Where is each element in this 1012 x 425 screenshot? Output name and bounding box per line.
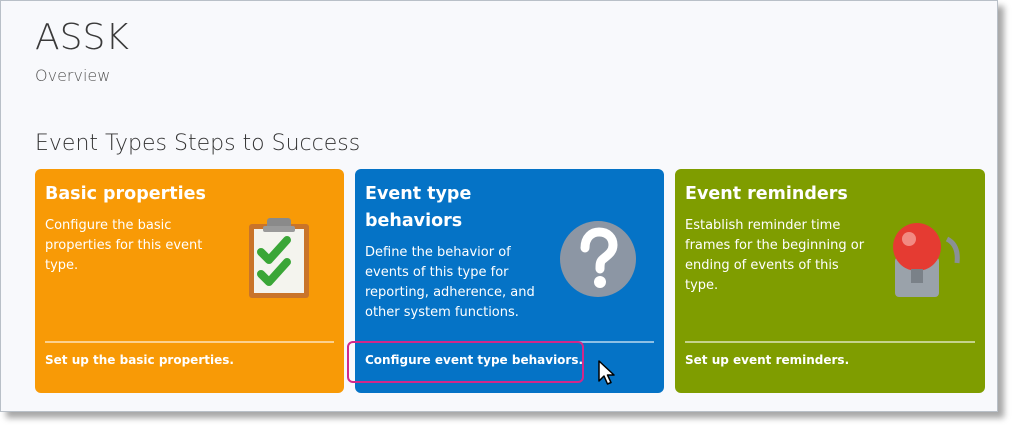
alarm-bell-icon [893, 223, 960, 297]
basic-properties-link[interactable]: Set up the basic properties. [45, 353, 234, 367]
card-heading: Event reminders [685, 184, 848, 204]
card-description: Configure the basic properties for this … [45, 218, 203, 273]
clipboard-checklist-icon [249, 218, 309, 298]
card-heading: Basic properties [45, 184, 206, 204]
page-title: ASSK [35, 17, 129, 58]
basic-properties-card[interactable]: Basic properties Configure the basic pro… [35, 169, 344, 393]
section-title: Event Types Steps to Success [35, 131, 361, 156]
event-type-behaviors-link[interactable]: Configure event type behaviors. [365, 353, 583, 367]
event-reminders-card[interactable]: Event reminders Establish reminder time … [675, 169, 985, 393]
card-divider [365, 341, 654, 343]
card-description: Define the behavior of events of this ty… [365, 245, 535, 320]
card-description: Establish reminder time frames for the b… [685, 218, 865, 293]
event-type-behaviors-card[interactable]: Event type behaviors Define the behavior… [355, 169, 664, 393]
mouse-cursor-icon [598, 360, 615, 385]
overview-window: ASSK Overview Event Types Steps to Succe… [0, 0, 998, 412]
card-divider [45, 341, 334, 343]
question-mark-icon [560, 221, 636, 297]
card-heading: Event type behaviors [365, 184, 472, 231]
page-subtitle: Overview [35, 66, 111, 85]
event-reminders-link[interactable]: Set up event reminders. [685, 353, 849, 367]
card-divider [685, 341, 975, 343]
